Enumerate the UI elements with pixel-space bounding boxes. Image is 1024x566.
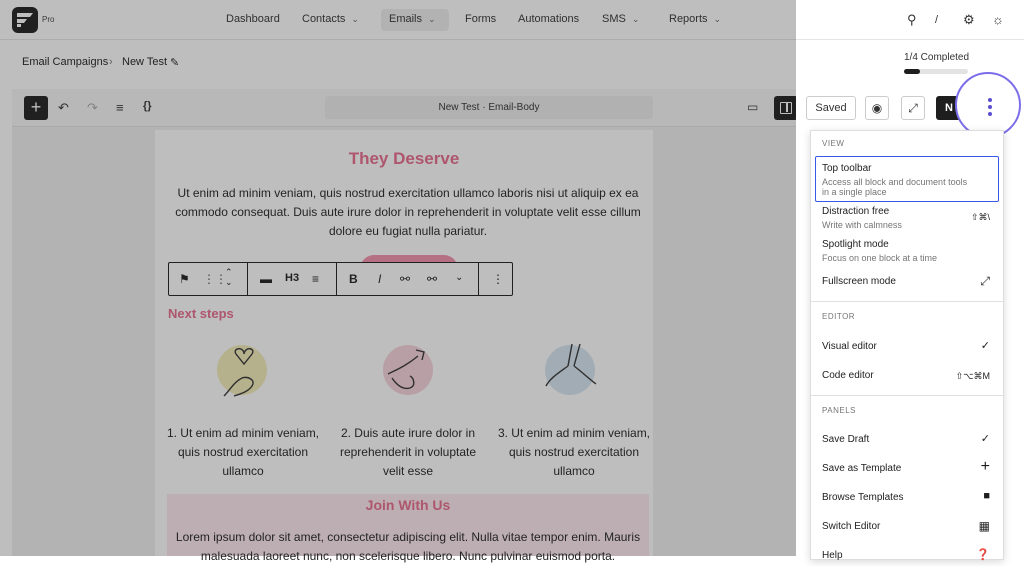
menu-item-switch-editor[interactable]: Switch Editor (822, 521, 880, 532)
saved-button[interactable]: Saved (806, 96, 856, 120)
menu-item-spotlight[interactable]: Spotlight mode (822, 239, 889, 250)
search-shortcut: / (935, 14, 939, 26)
menu-item-browse-templates[interactable]: Browse Templates (822, 492, 904, 503)
menu-divider (811, 395, 1003, 396)
fullscreen-button[interactable]: ⤢ (901, 96, 925, 120)
top-toolbar-desc: Access all block and document tools in a… (822, 177, 968, 197)
view-section-label: VIEW (822, 139, 845, 148)
search-icon[interactable]: ⚲ (907, 12, 917, 28)
editor-section-label: EDITOR (822, 312, 856, 321)
fullscreen-icon: ⤢ (980, 274, 990, 288)
folder-icon: ■ (983, 490, 990, 502)
eye-icon: ◉ (871, 101, 883, 115)
distraction-free-desc: Write with calmness (822, 220, 902, 230)
spotlight-desc: Focus on one block at a time (822, 253, 938, 263)
panels-section-label: PANELS (822, 406, 856, 415)
menu-item-code-editor[interactable]: Code editor (822, 370, 874, 381)
options-menu-button[interactable] (955, 72, 1021, 138)
menu-item-distraction-free[interactable]: Distraction free (822, 206, 889, 217)
grid-icon: ▦ (978, 519, 990, 533)
distraction-free-shortcut: ⇧⌘\ (970, 212, 990, 222)
modal-overlay[interactable] (0, 0, 796, 556)
check-icon: ✓ (980, 340, 990, 352)
progress-fill (904, 69, 920, 74)
menu-divider (811, 301, 1003, 302)
onboarding-progress-text[interactable]: 1/4 Completed (904, 52, 969, 63)
gear-icon[interactable]: ⚙ (963, 12, 975, 28)
preview-button[interactable]: ◉ (865, 96, 889, 120)
code-editor-shortcut: ⇧⌥⌘M (955, 371, 990, 381)
onboarding-progress-bar (904, 69, 968, 74)
plus-icon: + (980, 458, 990, 475)
top-toolbar-label: Top toolbar (822, 163, 872, 174)
menu-item-save-draft[interactable]: Save Draft (822, 434, 869, 445)
menu-item-fullscreen[interactable]: Fullscreen mode (822, 276, 896, 287)
expand-icon: ⤢ (908, 101, 918, 115)
help-icon: ❓ (976, 549, 990, 561)
sun-icon[interactable]: ☼ (992, 12, 1004, 27)
menu-item-visual-editor[interactable]: Visual editor (822, 341, 877, 352)
check-icon: ✓ (980, 433, 990, 445)
menu-item-save-template[interactable]: Save as Template (822, 463, 901, 474)
